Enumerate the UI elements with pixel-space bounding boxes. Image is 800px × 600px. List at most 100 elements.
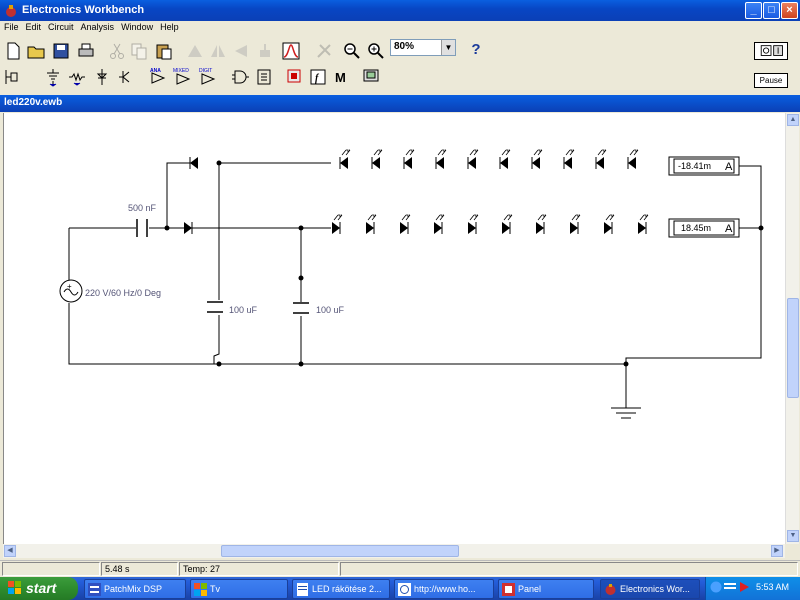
task-browser[interactable]: http://www.ho...	[394, 579, 494, 599]
subcircuit-icon[interactable]	[254, 40, 274, 60]
zoom-in-icon[interactable]	[365, 40, 385, 60]
led-top-8[interactable]	[563, 149, 575, 169]
scroll-down-icon[interactable]: ▼	[787, 530, 799, 542]
flip-vertical-icon[interactable]	[230, 40, 250, 60]
zoom-select[interactable]: 80% ▼	[390, 39, 456, 56]
led-bottom-8[interactable]	[570, 214, 581, 234]
ac-source-label: 220 V/60 Hz/0 Deg	[85, 288, 161, 298]
vertical-scrollbar[interactable]: ▲ ▼	[785, 113, 799, 544]
horizontal-scrollbar[interactable]: ◀ ▶	[3, 544, 785, 558]
minimize-button[interactable]: _	[745, 2, 762, 19]
tray-bars-icon[interactable]	[724, 581, 736, 593]
capacitor-100uf-1[interactable]	[207, 301, 223, 313]
led-bottom-2[interactable]	[366, 214, 377, 234]
scroll-left-icon[interactable]: ◀	[4, 545, 16, 557]
menu-circuit[interactable]: Circuit	[45, 21, 77, 34]
save-icon[interactable]	[50, 40, 70, 60]
led-top-6[interactable]	[499, 149, 511, 169]
ac-source[interactable]: +	[59, 279, 83, 303]
task-electronics-workbench[interactable]: Electronics Wor...	[600, 579, 700, 599]
copy-icon[interactable]	[128, 40, 148, 60]
horizontal-scroll-thumb[interactable]	[221, 545, 459, 557]
digital-ics-bin-icon[interactable]: DIGIT	[197, 66, 217, 86]
task-panel[interactable]: Panel	[498, 579, 594, 599]
transistors-bin-icon[interactable]	[116, 66, 136, 86]
open-folder-icon[interactable]	[25, 40, 45, 60]
sources-bin-icon[interactable]	[42, 66, 62, 87]
circuit-toolbar-icon[interactable]	[2, 66, 22, 86]
menu-window[interactable]: Window	[118, 21, 156, 34]
rotate-icon[interactable]	[184, 40, 204, 60]
menu-file[interactable]: File	[1, 21, 22, 34]
tray-info-icon[interactable]	[710, 581, 722, 593]
led-bottom-6[interactable]	[502, 214, 513, 234]
led-top-3[interactable]	[403, 149, 415, 169]
diode-top[interactable]	[189, 157, 198, 169]
capacitor-100uf-2[interactable]	[293, 302, 309, 314]
logic-gates-bin-icon[interactable]	[229, 66, 249, 86]
led-top-2[interactable]	[371, 149, 383, 169]
chevron-down-icon[interactable]: ▼	[441, 40, 455, 55]
led-bottom-7[interactable]	[536, 214, 547, 234]
vertical-scroll-thumb[interactable]	[787, 298, 799, 398]
electronics-workbench-icon	[605, 584, 616, 595]
temp-value: 27	[210, 564, 221, 574]
pause-button[interactable]: Pause	[754, 73, 788, 88]
panel-icon	[502, 583, 515, 596]
instruments-bin-icon[interactable]	[360, 66, 380, 86]
task-tv[interactable]: Tv	[190, 579, 288, 599]
help-button[interactable]: ?	[466, 40, 486, 60]
led-bottom-3[interactable]	[400, 214, 411, 234]
component-properties-icon[interactable]	[313, 40, 333, 60]
tv-icon	[194, 583, 207, 596]
digital-bin-icon[interactable]	[253, 66, 273, 86]
led-top-1[interactable]	[339, 149, 351, 169]
led-top-10[interactable]	[627, 149, 639, 169]
menu-help[interactable]: Help	[157, 21, 182, 34]
led-bottom-1[interactable]	[332, 214, 343, 234]
mixed-ics-bin-icon[interactable]: MIXED	[172, 66, 192, 86]
menu-edit[interactable]: Edit	[23, 21, 45, 34]
graph-icon[interactable]	[280, 40, 300, 60]
task-led-document[interactable]: LED rákötése 2...	[292, 579, 390, 599]
miscellaneous-bin-icon[interactable]: M	[331, 66, 351, 86]
scroll-right-icon[interactable]: ▶	[771, 545, 783, 557]
led-top-4[interactable]	[435, 149, 447, 169]
led-bottom-10[interactable]	[638, 214, 649, 234]
analog-ics-bin-icon[interactable]: ANA	[147, 66, 167, 86]
ammeter-bottom[interactable]: 18.45m A	[668, 218, 740, 238]
parts-bin-toolbar: ANA MIXED DIGIT f M Pause	[0, 64, 800, 89]
indicators-bin-icon[interactable]	[283, 66, 303, 86]
diodes-bin-icon[interactable]	[91, 66, 111, 86]
capacitor-2-label: 100 uF	[316, 305, 345, 315]
zoom-out-icon[interactable]	[341, 40, 361, 60]
ammeter-top[interactable]: -18.41m A	[668, 156, 740, 176]
circuit-canvas[interactable]: 500 nF + 220 V/60 Hz/0 Deg 100 uF 100 uF…	[3, 113, 785, 544]
new-file-icon[interactable]	[2, 40, 22, 60]
print-icon[interactable]	[75, 40, 95, 60]
power-switch[interactable]	[754, 42, 788, 60]
maximize-button[interactable]: □	[763, 2, 780, 19]
flip-horizontal-icon[interactable]	[207, 40, 227, 60]
close-button[interactable]: ×	[781, 2, 798, 19]
svg-text:ANA: ANA	[150, 68, 161, 74]
paste-icon[interactable]	[153, 40, 173, 60]
start-button[interactable]: start	[0, 577, 78, 600]
diode-bottom[interactable]	[184, 222, 193, 234]
ground-symbol[interactable]	[611, 407, 641, 419]
scroll-up-icon[interactable]: ▲	[787, 114, 799, 126]
tray-media-icon[interactable]	[738, 581, 750, 593]
led-top-9[interactable]	[595, 149, 607, 169]
menu-analysis[interactable]: Analysis	[78, 21, 118, 34]
led-top-7[interactable]	[531, 149, 543, 169]
zoom-value: 80%	[394, 41, 415, 52]
led-bottom-4[interactable]	[434, 214, 445, 234]
basic-bin-icon[interactable]	[66, 66, 86, 86]
cut-icon[interactable]	[106, 40, 126, 60]
task-patchmix[interactable]: PatchMix DSP	[84, 579, 186, 599]
led-top-5[interactable]	[467, 149, 479, 169]
led-bottom-9[interactable]	[604, 214, 615, 234]
capacitor-500nf[interactable]	[136, 219, 148, 237]
controls-bin-icon[interactable]: f	[307, 66, 327, 86]
led-bottom-5[interactable]	[468, 214, 479, 234]
